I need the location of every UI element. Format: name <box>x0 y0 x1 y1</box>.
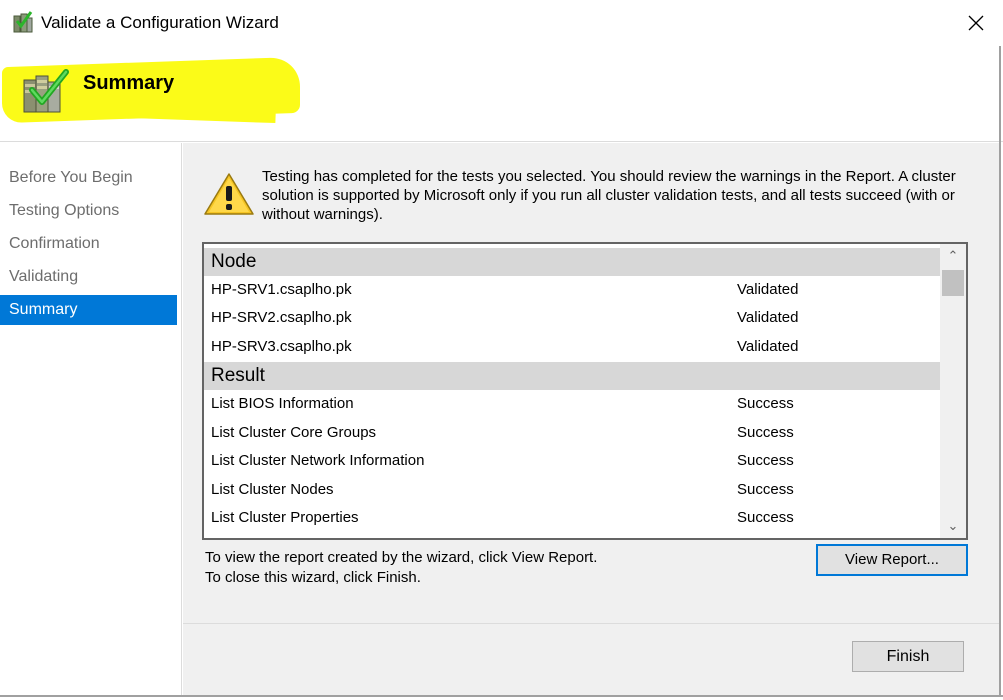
results-list-body: Node HP-SRV1.csaplho.pk Validated HP-SRV… <box>204 244 940 538</box>
scrollbar-thumb[interactable] <box>942 270 964 296</box>
result-message: Testing has completed for the tests you … <box>262 168 956 223</box>
window-edge <box>999 46 1001 696</box>
list-item[interactable]: List Cluster Nodes Success <box>204 476 940 504</box>
item-name: List Cluster Nodes <box>211 481 334 498</box>
close-button[interactable] <box>958 8 994 38</box>
validation-results-list[interactable]: Node HP-SRV1.csaplho.pk Validated HP-SRV… <box>202 242 968 540</box>
item-name: HP-SRV3.csaplho.pk <box>211 338 352 355</box>
item-status: Success <box>737 509 794 526</box>
nav-item-summary[interactable]: Summary <box>0 295 177 325</box>
item-status: Success <box>737 452 794 469</box>
close-icon <box>968 15 984 31</box>
list-item[interactable]: List BIOS Information Success <box>204 390 940 418</box>
wizard-header: Summary <box>0 46 1003 142</box>
view-report-instruction: To view the report created by the wizard… <box>205 549 598 566</box>
list-item[interactable]: HP-SRV3.csaplho.pk Validated <box>204 333 940 361</box>
item-name: List Cluster Network Information <box>211 452 425 469</box>
item-status: Validated <box>737 281 799 298</box>
wizard-footer: Finish <box>183 623 1000 695</box>
title-bar: Validate a Configuration Wizard <box>0 0 1003 46</box>
item-status: Success <box>737 424 794 441</box>
page-title: Summary <box>83 72 175 94</box>
wizard-steps-nav: Before You Begin Testing Options Confirm… <box>0 143 182 695</box>
item-name: HP-SRV2.csaplho.pk <box>211 309 352 326</box>
view-report-button[interactable]: View Report... <box>816 544 968 576</box>
nav-item-confirmation[interactable]: Confirmation <box>0 229 177 259</box>
item-status: Success <box>737 395 794 412</box>
item-name: List Cluster Properties <box>211 509 359 526</box>
item-status: Success <box>737 481 794 498</box>
window-title: Validate a Configuration Wizard <box>41 13 279 32</box>
list-item[interactable]: HP-SRV2.csaplho.pk Validated <box>204 304 940 332</box>
item-status: Validated <box>737 309 799 326</box>
cluster-validate-icon <box>20 68 72 116</box>
finish-instruction: To close this wizard, click Finish. <box>205 569 421 586</box>
scroll-up-arrow-icon[interactable]: ⌃ <box>940 244 966 268</box>
content-panel: Testing has completed for the tests you … <box>183 143 1000 623</box>
item-name: List BIOS Information <box>211 395 354 412</box>
window-bottom-edge <box>0 695 1003 697</box>
finish-button[interactable]: Finish <box>852 641 964 672</box>
scroll-down-arrow-icon[interactable]: ⌄ <box>940 514 966 538</box>
item-status: Validated <box>737 338 799 355</box>
item-name: List Cluster Core Groups <box>211 424 377 441</box>
nav-item-before-you-begin[interactable]: Before You Begin <box>0 163 177 193</box>
warning-icon <box>203 171 255 217</box>
nav-item-validating[interactable]: Validating <box>0 262 177 292</box>
vertical-scrollbar[interactable]: ⌃ ⌄ <box>940 244 966 538</box>
list-item[interactable]: HP-SRV1.csaplho.pk Validated <box>204 276 940 304</box>
list-item[interactable]: List Cluster Network Information Success <box>204 447 940 475</box>
list-item[interactable]: List Cluster Properties Success <box>204 504 940 532</box>
list-item[interactable]: List Cluster Core Groups Success <box>204 419 940 447</box>
app-icon <box>12 10 34 34</box>
nav-item-testing-options[interactable]: Testing Options <box>0 196 177 226</box>
group-header-node: Node <box>204 248 940 276</box>
item-name: HP-SRV1.csaplho.pk <box>211 281 352 298</box>
group-header-result: Result <box>204 362 940 390</box>
